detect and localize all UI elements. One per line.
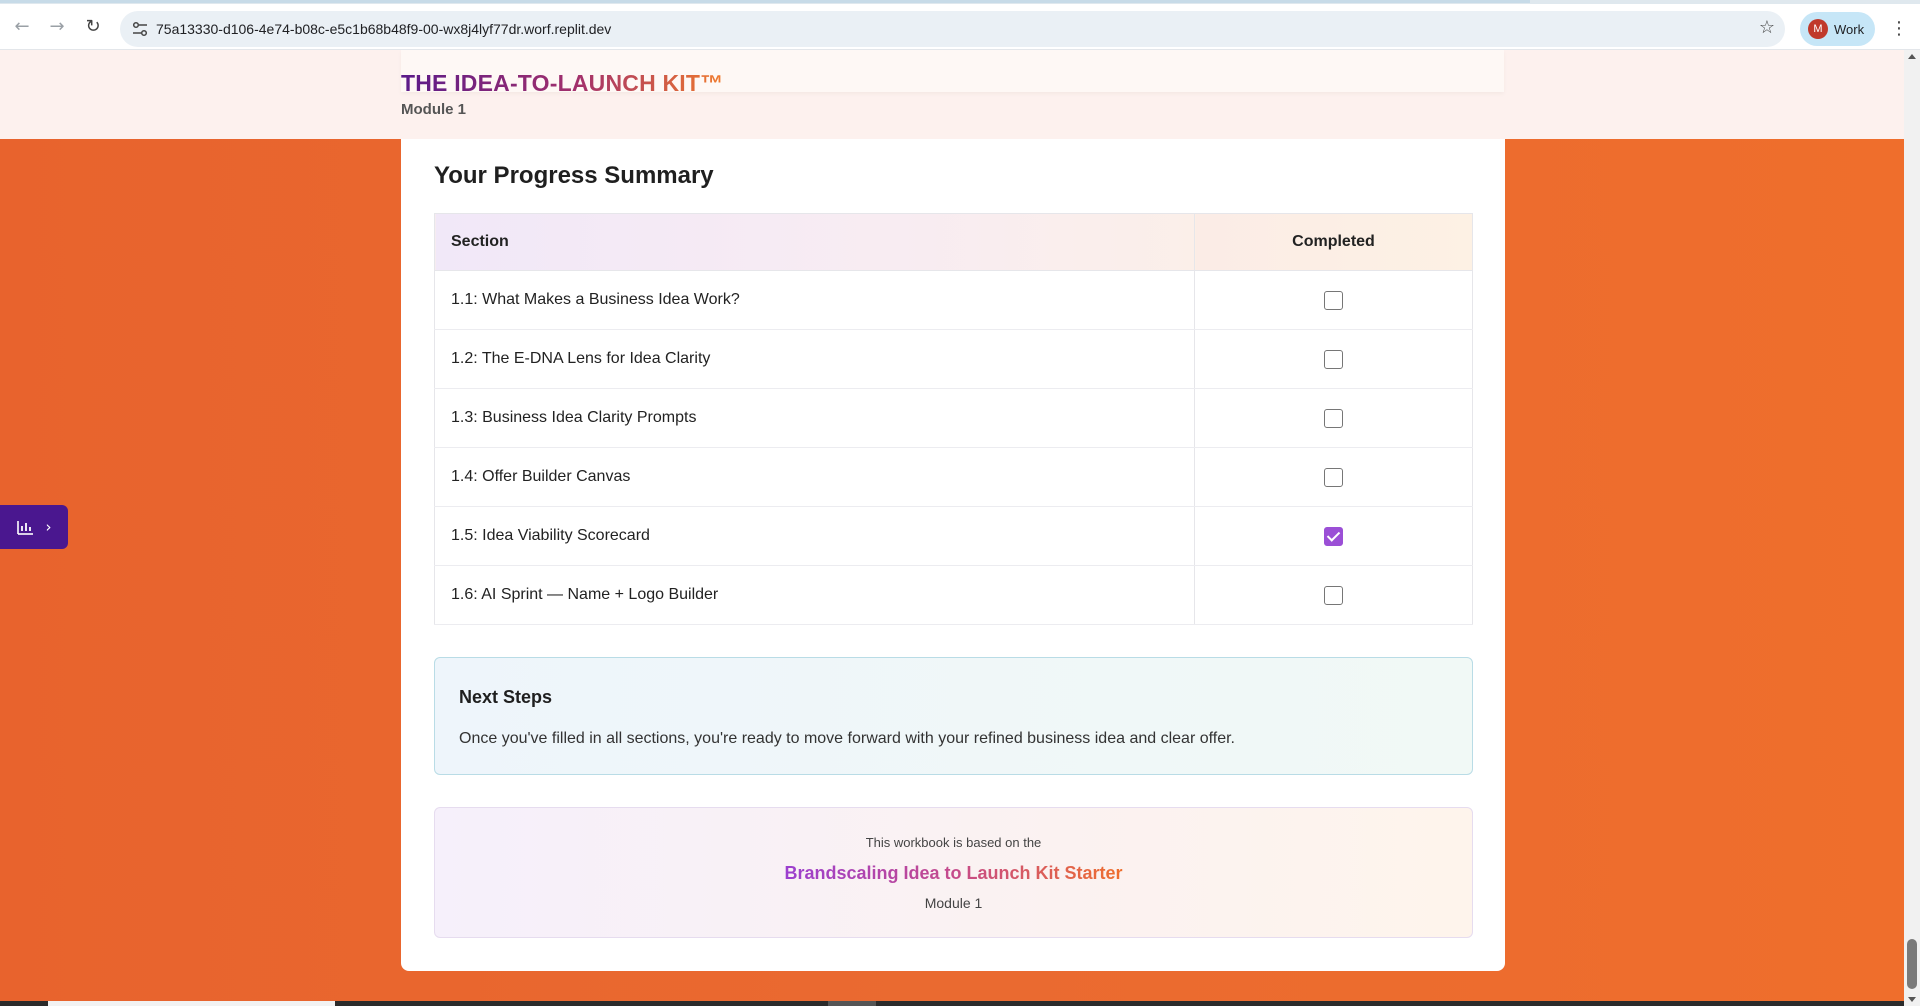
table-row: 1.4: Offer Builder Canvas xyxy=(434,447,1473,507)
column-header-section: Section xyxy=(434,213,1195,271)
browser-toolbar: ← → ↻ 75a13330-d106-4e74-b08c-e5c1b68b48… xyxy=(0,4,1920,50)
section-label: 1.2: The E-DNA Lens for Idea Clarity xyxy=(434,329,1195,389)
credit-name-text: Brandscaling Idea to Launch Kit Starter xyxy=(784,863,1123,883)
profile-name: Work xyxy=(1834,21,1865,37)
chevron-right-icon: › xyxy=(45,518,52,536)
back-button[interactable]: ← xyxy=(10,14,34,38)
page-subtitle: Module 1 xyxy=(401,101,467,118)
scroll-down-icon[interactable] xyxy=(1908,997,1916,1002)
page-header: THE IDEA-TO-LAUNCH KIT™ Module 1 xyxy=(0,50,1904,139)
avatar: M xyxy=(1808,19,1828,39)
content-card: Your Progress Summary Section Completed … xyxy=(401,139,1505,971)
url-text[interactable]: 75a13330-d106-4e74-b08c-e5c1b68b48f9-00-… xyxy=(156,21,611,37)
section-label: 1.3: Business Idea Clarity Prompts xyxy=(434,388,1195,448)
table-row: 1.1: What Makes a Business Idea Work? xyxy=(434,270,1473,330)
completed-checkbox[interactable] xyxy=(1324,408,1343,428)
column-header-completed: Completed xyxy=(1194,213,1473,271)
section-label: 1.5: Idea Viability Scorecard xyxy=(434,506,1195,566)
credit-intro: This workbook is based on the xyxy=(865,835,1042,850)
profile-button[interactable]: M Work xyxy=(1800,12,1875,46)
completed-cell xyxy=(1194,270,1473,330)
section-label: 1.4: Offer Builder Canvas xyxy=(434,447,1195,507)
credit-module: Module 1 xyxy=(924,895,983,911)
reload-button[interactable]: ↻ xyxy=(81,14,105,38)
next-steps-panel: Next Steps Once you've filled in all sec… xyxy=(434,657,1473,775)
completed-cell xyxy=(1194,565,1473,625)
progress-sidebar-toggle[interactable]: › xyxy=(0,505,68,549)
table-row: 1.5: Idea Viability Scorecard xyxy=(434,506,1473,566)
arrow-right-icon: → xyxy=(49,15,65,37)
forward-button[interactable]: → xyxy=(45,14,69,38)
completed-checkbox[interactable] xyxy=(1324,349,1343,369)
scroll-up-icon[interactable] xyxy=(1908,54,1916,59)
address-bar[interactable]: 75a13330-d106-4e74-b08c-e5c1b68b48f9-00-… xyxy=(120,11,1785,47)
table-row: 1.6: AI Sprint — Name + Logo Builder xyxy=(434,565,1473,625)
completed-cell xyxy=(1194,329,1473,389)
bar-chart-icon xyxy=(16,520,33,535)
tune-icon[interactable] xyxy=(131,20,149,38)
bottom-strip xyxy=(0,1001,1904,1006)
completed-checkbox[interactable] xyxy=(1324,290,1343,310)
bottom-strip-segment xyxy=(48,1001,335,1006)
tab-strip-highlight xyxy=(0,0,1530,3)
progress-table: Section Completed 1.1: What Makes a Busi… xyxy=(434,213,1473,625)
completed-cell xyxy=(1194,447,1473,507)
page-background: THE IDEA-TO-LAUNCH KIT™ Module 1 Your Pr… xyxy=(0,50,1904,1006)
bottom-strip-segment xyxy=(828,1001,876,1006)
completed-checkbox[interactable] xyxy=(1324,526,1343,546)
reload-icon: ↻ xyxy=(85,15,101,37)
table-row: 1.2: The E-DNA Lens for Idea Clarity xyxy=(434,329,1473,389)
completed-checkbox[interactable] xyxy=(1324,585,1343,605)
progress-summary-title: Your Progress Summary xyxy=(434,162,714,189)
page-title: THE IDEA-TO-LAUNCH KIT™ xyxy=(401,70,724,96)
section-label: 1.6: AI Sprint — Name + Logo Builder xyxy=(434,565,1195,625)
next-steps-text: Once you've filled in all sections, you'… xyxy=(459,730,1235,747)
vertical-scrollbar[interactable] xyxy=(1904,50,1920,1006)
arrow-left-icon: ← xyxy=(14,15,30,37)
completed-cell xyxy=(1194,506,1473,566)
table-header-row: Section Completed xyxy=(434,213,1473,271)
next-steps-heading: Next Steps xyxy=(459,687,553,707)
completed-cell xyxy=(1194,388,1473,448)
completed-checkbox[interactable] xyxy=(1324,467,1343,487)
credit-panel: This workbook is based on the Brandscali… xyxy=(434,807,1473,938)
section-label: 1.1: What Makes a Business Idea Work? xyxy=(434,270,1195,330)
scrollbar-thumb[interactable] xyxy=(1907,939,1917,989)
kebab-icon[interactable]: ⋮ xyxy=(1890,18,1908,39)
star-icon[interactable]: ☆ xyxy=(1759,17,1775,38)
table-row: 1.3: Business Idea Clarity Prompts xyxy=(434,388,1473,448)
credit-name: Brandscaling Idea to Launch Kit Starter xyxy=(435,863,1472,884)
